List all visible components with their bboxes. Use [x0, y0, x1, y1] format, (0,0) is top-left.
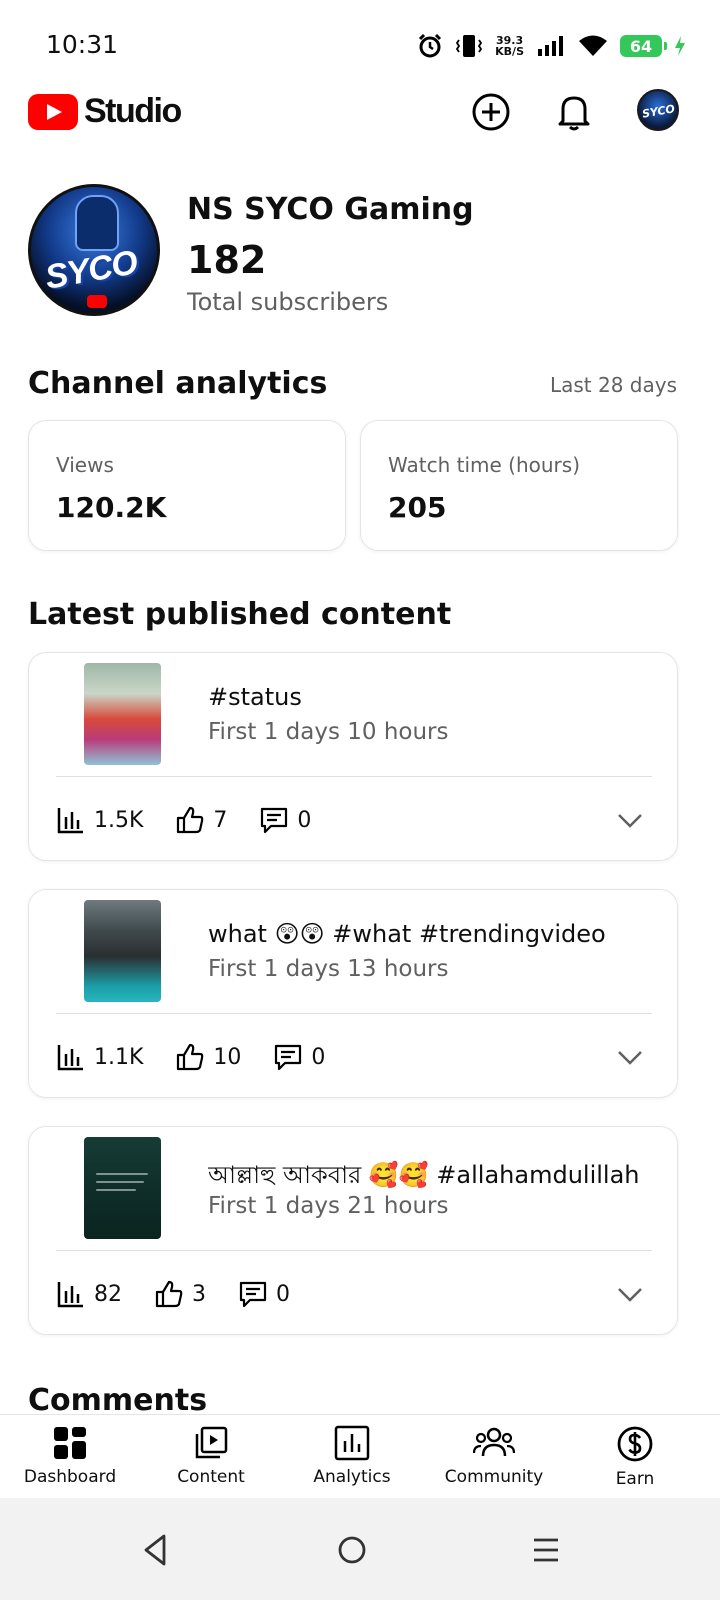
recents-menu-icon[interactable] [526, 1530, 566, 1570]
back-icon[interactable] [136, 1530, 176, 1570]
video-title: what 😲😲 #what #trendingvideo [208, 920, 606, 948]
chevron-down-icon[interactable] [615, 1279, 645, 1309]
comments-metric: 0 [238, 1279, 290, 1309]
video-period: First 1 days 10 hours [208, 719, 449, 745]
views-value: 120.2K [56, 491, 167, 524]
nav-label: Earn [615, 1469, 655, 1489]
comment-icon [261, 807, 288, 834]
system-navigation-bar [0, 1498, 720, 1600]
video-title: #status [208, 683, 302, 711]
comments-section-title: Comments [28, 1383, 208, 1418]
video-thumbnail[interactable] [84, 900, 161, 1002]
add-circle-icon [472, 93, 510, 131]
video-period: First 1 days 13 hours [208, 956, 449, 982]
thumbs-up-icon [155, 1280, 183, 1308]
app-header: Studio SYCO [0, 82, 720, 144]
avatar-figure [75, 195, 119, 251]
chevron-down-icon[interactable] [615, 1042, 645, 1072]
nav-label: Content [177, 1467, 245, 1487]
nav-community[interactable]: Community [422, 1415, 566, 1499]
bar-chart-icon [57, 1282, 83, 1308]
subscriber-count: 182 [187, 238, 267, 282]
video-thumbnail[interactable] [84, 663, 161, 765]
youtube-logo-icon [28, 93, 78, 130]
video-metrics: 82 3 0 [56, 1277, 322, 1311]
account-avatar[interactable]: SYCO [637, 89, 679, 131]
bar-chart-icon [57, 1045, 83, 1071]
home-icon[interactable] [332, 1530, 372, 1570]
notifications-button[interactable] [552, 90, 596, 134]
bar-chart-icon [57, 808, 83, 834]
channel-profile: SYCO NS SYCO Gaming 182 Total subscriber… [28, 184, 692, 318]
alarm-icon [419, 33, 442, 58]
thumbs-up-icon [177, 806, 204, 834]
analytics-date-range: Last 28 days [549, 373, 677, 397]
nav-content[interactable]: Content [139, 1415, 283, 1499]
comment-icon [239, 1281, 267, 1308]
create-button[interactable] [469, 90, 513, 134]
comments-metric: 0 [273, 1042, 325, 1072]
comments-metric: 0 [259, 805, 311, 835]
youtube-badge-icon [87, 295, 107, 308]
views-metric: 1.5K [56, 805, 143, 835]
youtube-studio-logo[interactable]: Studio [28, 92, 182, 131]
channel-name: NS SYCO Gaming [187, 192, 474, 227]
content-card[interactable]: what 😲😲 #what #trendingvideo First 1 day… [28, 889, 678, 1098]
likes-metric: 10 [175, 1042, 241, 1072]
bottom-navigation: Dashboard Content Analytics Community Ea… [0, 1414, 720, 1498]
content-card[interactable]: #status First 1 days 10 hours 1.5K 7 0 [28, 652, 678, 861]
comment-icon [275, 1044, 302, 1071]
status-icons: 39.3 KB/S 64 [417, 30, 686, 62]
dashboard-icon [54, 1427, 86, 1459]
video-metrics: 1.5K 7 0 [56, 803, 343, 837]
card-divider [56, 1013, 652, 1014]
brand-name: Studio [84, 92, 182, 130]
nav-analytics[interactable]: Analytics [280, 1415, 424, 1499]
video-thumbnail[interactable] [84, 1137, 161, 1239]
vibrate-icon [456, 35, 483, 57]
community-icon [472, 1427, 516, 1457]
video-metrics: 1.1K 10 0 [56, 1040, 357, 1074]
analytics-icon [334, 1425, 370, 1461]
nav-dashboard[interactable]: Dashboard [0, 1415, 142, 1499]
account-avatar-text: SYCO [641, 102, 676, 121]
nav-label: Community [444, 1467, 544, 1487]
chevron-down-icon[interactable] [615, 805, 645, 835]
thumbs-up-icon [177, 1043, 204, 1071]
latest-content-title: Latest published content [28, 597, 452, 632]
analytics-section-title: Channel analytics [28, 366, 328, 401]
nav-label: Dashboard [23, 1467, 117, 1487]
battery-indicator: 64 [620, 35, 667, 57]
channel-avatar[interactable]: SYCO [28, 184, 160, 316]
views-metric: 82 [56, 1279, 122, 1309]
watch-time-card[interactable]: Watch time (hours) 205 [360, 420, 678, 551]
wifi-icon [579, 35, 607, 56]
card-divider [56, 776, 652, 777]
views-card[interactable]: Views 120.2K [28, 420, 346, 551]
charging-icon [675, 36, 685, 56]
views-metric: 1.1K [56, 1042, 143, 1072]
nav-label: Analytics [313, 1467, 391, 1487]
earn-icon [617, 1426, 653, 1462]
likes-metric: 7 [175, 805, 227, 835]
avatar-logo-text: SYCO [42, 243, 140, 297]
views-label: Views [56, 453, 114, 477]
video-title: আল্লাহু আকবার 🥰🥰 #allahamdulillah [208, 1161, 640, 1189]
likes-metric: 3 [154, 1279, 206, 1309]
video-period: First 1 days 21 hours [208, 1193, 449, 1219]
cell-signal-icon [538, 36, 563, 56]
network-speed: 39.3 KB/S [495, 34, 524, 58]
status-bar: 10:31 39.3 KB/S 64 [0, 0, 720, 90]
content-icon [195, 1426, 228, 1459]
nav-earn[interactable]: Earn [563, 1415, 707, 1499]
subscriber-label: Total subscribers [187, 288, 389, 316]
bell-icon [558, 96, 590, 131]
status-time: 10:31 [46, 30, 119, 59]
card-divider [56, 1250, 652, 1251]
content-card[interactable]: আল্লাহু আকবার 🥰🥰 #allahamdulillah First … [28, 1126, 678, 1335]
watch-time-value: 205 [388, 491, 447, 524]
watch-time-label: Watch time (hours) [388, 453, 581, 477]
